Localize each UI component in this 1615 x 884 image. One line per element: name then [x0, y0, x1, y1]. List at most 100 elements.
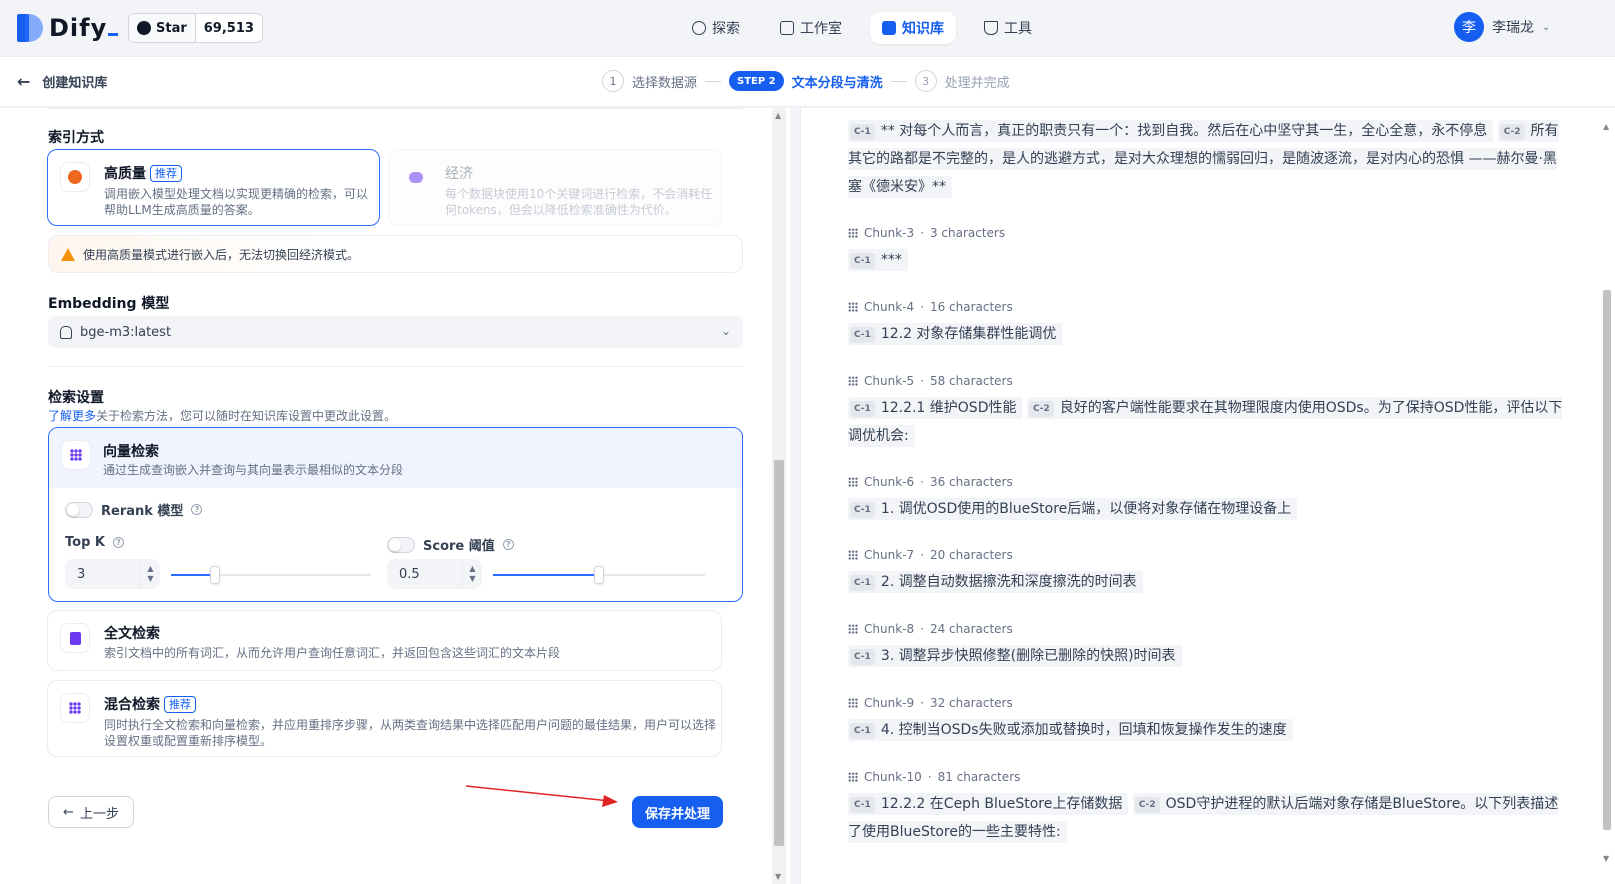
vector-search-desc: 通过生成查询嵌入并查询与其向量表示最相似的文本分段 — [103, 463, 404, 477]
nav-studio[interactable]: 工作室 — [768, 12, 854, 44]
save-and-process-button[interactable]: 保存并处理 — [632, 796, 723, 828]
logo-text: Dify — [49, 14, 108, 42]
high-quality-desc: 调用嵌入模型处理文档以实现更精确的检索，可以 — [104, 187, 369, 201]
user-menu[interactable]: 李 李瑞龙 ⌄ — [1454, 12, 1550, 42]
drag-dots-icon — [848, 550, 858, 560]
vector-search-option[interactable]: 向量检索 通过生成查询嵌入并查询与其向量表示最相似的文本分段 Rerank 模型… — [48, 427, 743, 602]
previous-step-button[interactable]: ← 上一步 — [48, 796, 134, 828]
retrieval-title: 检索设置 — [48, 390, 104, 406]
drag-dots-icon — [848, 624, 858, 634]
hybrid-desc: 同时执行全文检索和向量检索，并应用重排序步骤，从两类查询结果中选择匹配用户问题的… — [104, 718, 717, 732]
chunk-char-count: 24 characters — [929, 622, 1013, 636]
score-label: Score 阈值 — [423, 539, 495, 554]
embedding-model-select[interactable]: bge-m3:latest ⌄ — [48, 316, 743, 348]
avatar: 李 — [1454, 12, 1484, 42]
warning-text: 使用高质量模式进行嵌入后，无法切换回经济模式。 — [83, 247, 360, 262]
segment-tag: C-1 — [850, 723, 875, 739]
step-2-badge: STEP 2 — [729, 71, 784, 91]
arrow-left-icon: ← — [17, 72, 31, 91]
chunk-char-count: 3 characters — [929, 226, 1006, 240]
segment-tag: C-1 — [850, 327, 875, 343]
recommend-badge: 推荐 — [150, 164, 182, 182]
score-input[interactable]: 0.5 ▲ ▼ — [387, 559, 482, 589]
topk-input[interactable]: 3 ▲ ▼ — [65, 559, 160, 589]
chunk-content: C-1 1. 调优OSD使用的BlueStore后端，以便将对象存储在物理设备上 — [848, 495, 1564, 523]
chunk-content: C-1 *** — [848, 246, 1564, 274]
chunk-segment: C-1 4. 控制当OSDs失败或添加或替换时，回填和恢复操作发生的速度 — [848, 719, 1293, 741]
dify-logo[interactable]: Dify — [17, 14, 119, 42]
chunk-content: C-1 12.2 对象存储集群性能调优 — [848, 320, 1564, 348]
high-quality-title: 高质量 — [104, 166, 146, 182]
embedding-title: Embedding 模型 — [48, 296, 170, 312]
chunk-id: Chunk-8 — [864, 622, 915, 636]
chunk-segment: C-1 3. 调整异步快照修整(删除已删除的快照)时间表 — [848, 645, 1182, 667]
step-1-number: 1 — [602, 70, 624, 92]
step-3-label: 处理并完成 — [944, 75, 1010, 91]
chunk-content: C-1 4. 控制当OSDs失败或添加或替换时，回填和恢复操作发生的速度 — [848, 716, 1564, 744]
score-threshold-toggle[interactable] — [387, 536, 415, 553]
segment-tag: C-1 — [850, 502, 875, 518]
segment-tag: C-1 — [850, 575, 875, 591]
nav-tools[interactable]: 工具 — [972, 12, 1044, 44]
nav-explore[interactable]: 探索 — [680, 12, 752, 44]
page-title: 创建知识库 — [42, 76, 108, 91]
hybrid-title: 混合检索 — [104, 697, 160, 713]
book-icon — [882, 21, 896, 35]
chunk-char-count: 81 characters — [937, 770, 1021, 784]
ollama-icon — [60, 325, 72, 339]
drag-dots-icon — [848, 772, 858, 782]
learn-more-link[interactable]: 了解更多 — [48, 409, 96, 423]
chunk-id: Chunk-10 — [864, 770, 922, 784]
embedding-model-value: bge-m3:latest — [80, 324, 172, 340]
recommend-badge: 推荐 — [164, 695, 196, 713]
github-star-button[interactable]: Star 69,513 — [128, 13, 263, 43]
drag-dots-icon — [848, 302, 858, 312]
fulltext-desc: 索引文档中的所有词汇，从而允许用户查询任意词汇，并返回包含这些词汇的文本片段 — [104, 646, 561, 660]
chunk-content: C-1 12.2.2 在Ceph BlueStore上存储数据 C-2 OSD守护进… — [848, 790, 1564, 846]
chunk-id: Chunk-9 — [864, 696, 915, 710]
chunk-header: Chunk-9 · 32 characters — [848, 696, 1013, 710]
topk-slider[interactable] — [171, 566, 371, 584]
chunk-segment: C-1 *** — [848, 249, 908, 271]
annotation-arrow-icon — [466, 785, 618, 807]
topk-stepper[interactable]: ▲ ▼ — [140, 559, 160, 589]
high-quality-icon — [60, 162, 90, 192]
chunk-id: Chunk-7 — [864, 548, 915, 562]
chunk-segment: C-1 12.2 对象存储集群性能调优 — [848, 323, 1063, 345]
index-high-quality-option[interactable]: 高质量 推荐 调用嵌入模型处理文档以实现更精确的检索，可以 帮助LLM生成高质量的答… — [47, 149, 380, 226]
help-icon[interactable]: ? — [191, 504, 203, 515]
segment-tag: C-2 — [1134, 797, 1160, 813]
chunk-id: Chunk-6 — [864, 475, 915, 489]
back-button[interactable]: ← 创建知识库 — [17, 72, 107, 91]
rerank-toggle[interactable] — [65, 501, 93, 518]
retrieval-hint: 了解更多关于检索方法，您可以随时在知识库设置中更改此设置。 — [48, 409, 397, 423]
index-mode-title: 索引方式 — [48, 130, 104, 146]
segment-tag: C-1 — [850, 797, 875, 813]
help-icon[interactable]: ? — [112, 537, 124, 548]
chunk-segment: C-1 12.2.2 在Ceph BlueStore上存储数据 — [848, 793, 1129, 815]
fulltext-search-option[interactable]: 全文检索 索引文档中的所有词汇，从而允许用户查询任意词汇，并返回包含这些词汇的文… — [47, 610, 722, 671]
chunk-segment: C-1 2. 调整自动数据擦洗和深度擦洗的时间表 — [848, 571, 1143, 593]
score-stepper[interactable]: ▲ ▼ — [462, 559, 482, 589]
vector-search-icon — [61, 440, 91, 470]
chunk-header: Chunk-5 · 58 characters — [848, 374, 1013, 388]
hybrid-search-option[interactable]: 混合检索 推荐 同时执行全文检索和向量检索，并应用重排序步骤，从两类查询结果中选择… — [47, 680, 722, 757]
chunk-header: Chunk-8 · 24 characters — [848, 622, 1013, 636]
drag-dots-icon — [848, 477, 858, 487]
segment-tag: C-1 — [850, 253, 875, 269]
help-icon[interactable]: ? — [502, 539, 514, 550]
score-slider[interactable] — [493, 566, 705, 584]
chunk-2-content: C-1 ** 对每个人而言，真正的职责只有一个：找到自我。然后在心中坚守其一生，全… — [848, 117, 1564, 201]
step-3-number: 3 — [914, 70, 937, 92]
economy-title: 经济 — [445, 166, 473, 182]
index-economy-option[interactable]: 经济 每个数据块使用10个关键词进行检索，不会消耗任 何tokens，但会以降低检… — [388, 149, 722, 226]
chunk-char-count: 20 characters — [929, 548, 1013, 562]
chunk-content: C-1 2. 调整自动数据擦洗和深度擦洗的时间表 — [848, 568, 1564, 596]
hammer-icon — [984, 21, 998, 35]
chunk-id: Chunk-3 — [864, 226, 915, 240]
preview-scrollbar[interactable]: ▲ ▼ — [1600, 120, 1614, 866]
nav-knowledge[interactable]: 知识库 — [870, 12, 956, 44]
settings-scrollbar[interactable]: ▲ ▼ — [772, 108, 786, 884]
vector-search-title: 向量检索 — [103, 444, 159, 460]
chunk-char-count: 36 characters — [929, 475, 1013, 489]
